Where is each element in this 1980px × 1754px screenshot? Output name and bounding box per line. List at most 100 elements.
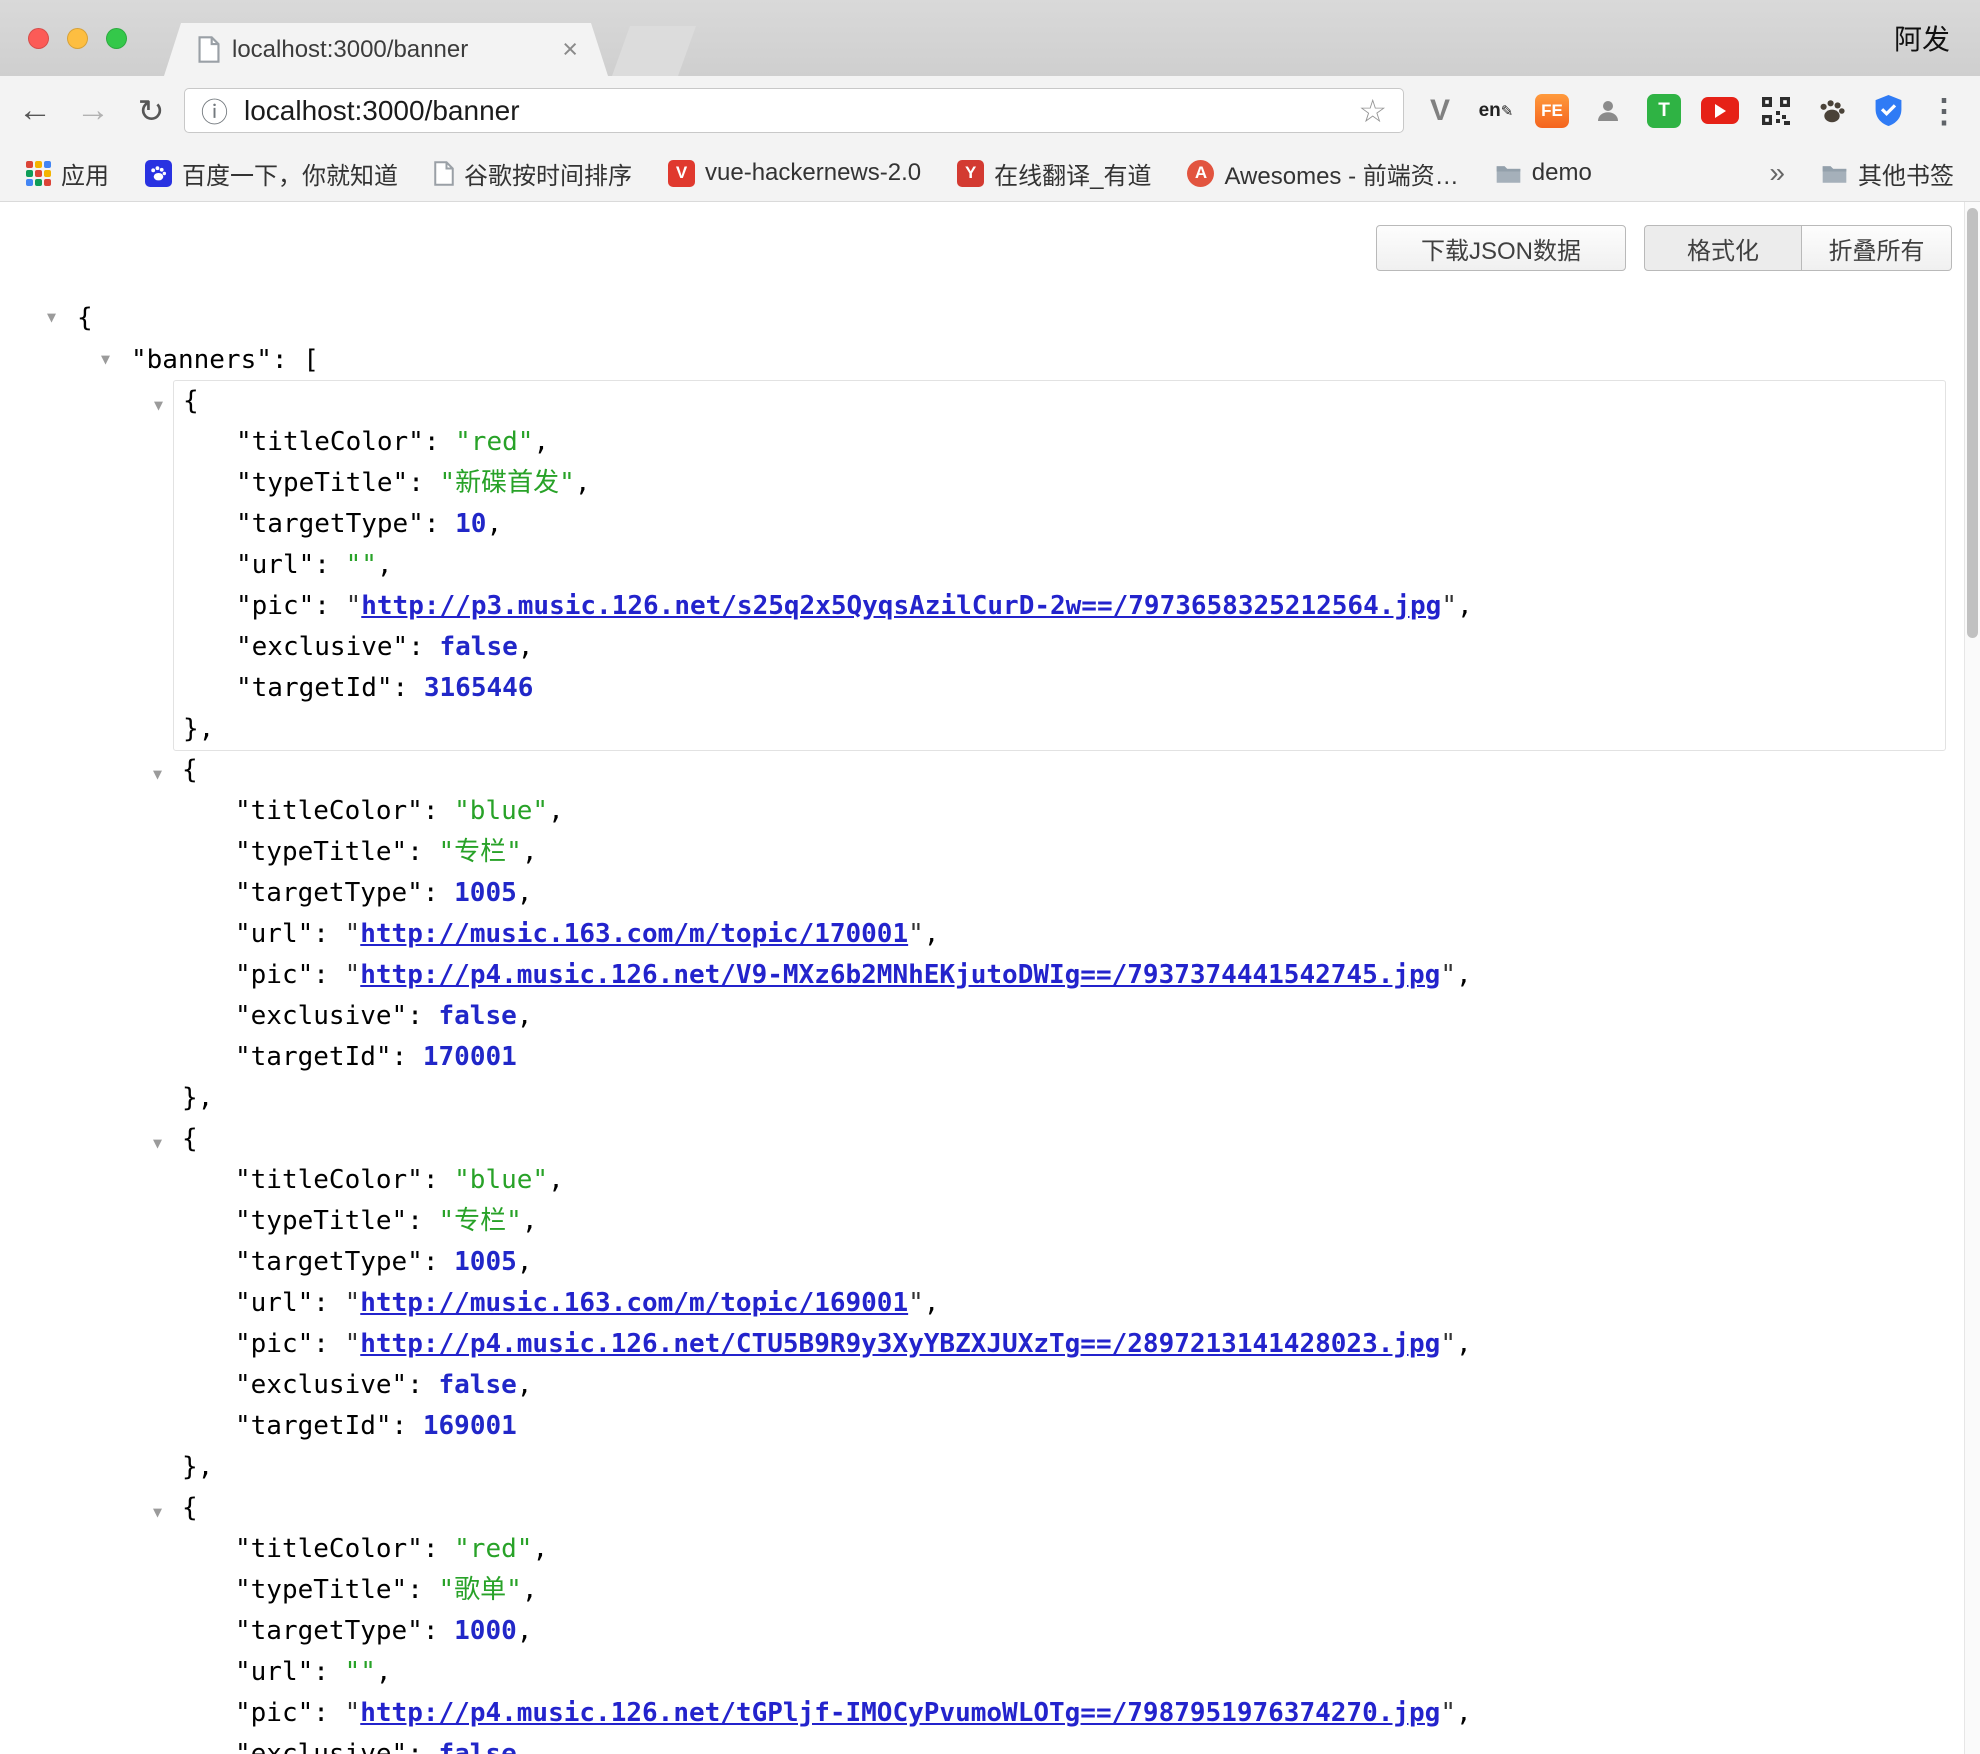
json-key: "typeTitle" [235,1575,407,1605]
json-url-link[interactable]: http://p3.music.126.net/s25q2x5QyqsAzilC… [361,591,1441,621]
bookmark-label: 应用 [61,156,109,191]
json-key: "targetId" [235,1042,392,1072]
bookmark-item-baidu[interactable]: 百度一下，你就知道 [145,156,398,191]
tampermonkey-extension-icon[interactable]: T [1636,76,1692,145]
title-bar: localhost:3000/banner × 阿发 [0,0,1980,76]
json-row: "typeTitle": "专栏", [173,832,1946,873]
new-tab-button[interactable] [612,26,696,76]
bookmark-item-awesomes[interactable]: A Awesomes - 前端资… [1187,156,1458,191]
tab-close-icon[interactable]: × [562,36,578,63]
json-boolean-value: false [439,1001,517,1031]
collapse-all-button[interactable]: 折叠所有 [1802,225,1952,271]
json-key: "titleColor" [235,1165,423,1195]
bookmark-label: 百度一下，你就知道 [182,156,398,191]
collapse-toggle-icon[interactable]: ▼ [153,1492,162,1533]
bookmarks-bar: 应用 百度一下，你就知道 谷歌按时间排序 V vue-hackernews-2.… [0,145,1980,202]
security-shield-extension-icon[interactable] [1860,76,1916,145]
bookmark-item-apps[interactable]: 应用 [26,156,109,191]
bookmark-item-youdao-translate[interactable]: Y 在线翻译_有道 [957,156,1151,191]
format-button[interactable]: 格式化 [1644,225,1802,271]
forward-button[interactable]: → [70,76,116,145]
json-number-value: 1005 [454,1247,517,1277]
youtube-extension-icon[interactable] [1692,76,1748,145]
browser-menu-kebab-icon[interactable]: ⋮ [1916,76,1972,145]
url-text[interactable]: localhost:3000/banner [244,95,520,127]
collapse-toggle-icon[interactable]: ▼ [154,385,163,426]
bookmarks-overflow-chevron[interactable]: » [1769,157,1785,189]
youdao-y-icon: Y [957,160,984,187]
close-window-button[interactable] [28,28,49,49]
scrollbar-thumb[interactable] [1967,208,1978,638]
json-string-value: "" [346,550,377,580]
extension-icons: V en✎ FE T ⋮ [1412,76,1972,145]
json-number-value: 1005 [454,878,517,908]
json-row: "exclusive": false, [173,1365,1946,1406]
json-object: ▼{"titleColor": "red","typeTitle": "歌单",… [173,1488,1946,1754]
collapse-toggle-icon[interactable]: ▼ [153,1123,162,1164]
json-row: }, [173,1447,1946,1488]
json-string-value: "red" [454,1534,532,1564]
json-key: "url" [236,550,314,580]
bookmark-item-demo-folder[interactable]: demo [1495,159,1592,187]
zoom-window-button[interactable] [106,28,127,49]
json-boolean-value: false [439,1370,517,1400]
json-row: "targetId": 169001 [173,1406,1946,1447]
tab-title: localhost:3000/banner [232,36,550,64]
json-url-link[interactable]: http://music.163.com/m/topic/170001 [360,919,908,949]
translate-extension-icon[interactable]: en✎ [1468,76,1524,145]
json-row: "pic": "http://p4.music.126.net/tGPljf-I… [173,1693,1946,1734]
paw-extension-icon[interactable] [1804,76,1860,145]
json-key: "banners" [131,345,272,375]
json-tree: ▼{▼"banners": [▼{"titleColor": "red","ty… [0,202,1980,1754]
json-row: "titleColor": "blue", [173,791,1946,832]
json-key: "exclusive" [235,1370,407,1400]
json-row: "targetId": 3165446 [174,668,1945,709]
back-button[interactable]: ← [12,76,58,145]
bookmark-item-google-sorted[interactable]: 谷歌按时间排序 [434,156,632,191]
json-key: "typeTitle" [236,468,408,498]
json-url-link[interactable]: http://p4.music.126.net/CTU5B9R9y3XyYBZX… [360,1329,1440,1359]
minimize-window-button[interactable] [67,28,88,49]
qrcode-extension-icon[interactable] [1748,76,1804,145]
collapse-toggle-icon[interactable]: ▼ [47,297,77,338]
folder-icon [1495,163,1522,184]
json-row: "targetType": 10, [174,504,1945,545]
browser-tab[interactable]: localhost:3000/banner × [164,23,608,76]
json-key: "typeTitle" [235,837,407,867]
vimium-extension-icon[interactable]: V [1412,76,1468,145]
json-number-value: 1000 [454,1616,517,1646]
json-row: "targetType": 1005, [173,873,1946,914]
json-row: "pic": "http://p3.music.126.net/s25q2x5Q… [174,586,1945,627]
json-url-link[interactable]: http://p4.music.126.net/tGPljf-IMOCyPvum… [360,1698,1440,1728]
fehelper-extension-icon[interactable]: FE [1524,76,1580,145]
contacts-extension-icon[interactable] [1580,76,1636,145]
json-number-value: 169001 [423,1411,517,1441]
json-row: ▼{ [173,750,1946,791]
json-row: "exclusive": false, [173,1734,1946,1754]
json-boolean-value: false [439,1739,517,1754]
json-key: "exclusive" [236,632,408,662]
json-row: "pic": "http://p4.music.126.net/CTU5B9R9… [173,1324,1946,1365]
browser-toolbar: ← → ↻ ⓘ localhost:3000/banner ☆ V en✎ FE… [0,76,1980,145]
json-url-link[interactable]: http://music.163.com/m/topic/169001 [360,1288,908,1318]
json-row: "exclusive": false, [174,627,1945,668]
page-favicon-document-icon [198,36,220,63]
json-row: "pic": "http://p4.music.126.net/V9-MXz6b… [173,955,1946,996]
address-bar[interactable]: ⓘ localhost:3000/banner ☆ [184,88,1404,133]
json-key: "titleColor" [235,796,423,826]
collapse-toggle-icon[interactable]: ▼ [153,754,162,795]
json-url-link[interactable]: http://p4.music.126.net/V9-MXz6b2MNhEKju… [360,960,1440,990]
reload-button[interactable]: ↻ [128,76,174,145]
json-row: "typeTitle": "新碟首发", [174,463,1945,504]
bookmark-star-icon[interactable]: ☆ [1358,92,1387,130]
page-scrollbar[interactable] [1964,202,1980,1754]
collapse-toggle-icon[interactable]: ▼ [101,339,131,380]
json-key: "exclusive" [235,1001,407,1031]
page-info-icon[interactable]: ⓘ [201,91,228,130]
bookmark-item-vue-hackernews[interactable]: V vue-hackernews-2.0 [668,159,921,187]
json-row: "targetType": 1005, [173,1242,1946,1283]
other-bookmarks-folder[interactable]: 其他书签 [1821,156,1954,191]
json-key: "targetType" [235,878,423,908]
download-json-button[interactable]: 下载JSON数据 [1376,225,1626,271]
profile-name[interactable]: 阿发 [1894,18,1950,58]
